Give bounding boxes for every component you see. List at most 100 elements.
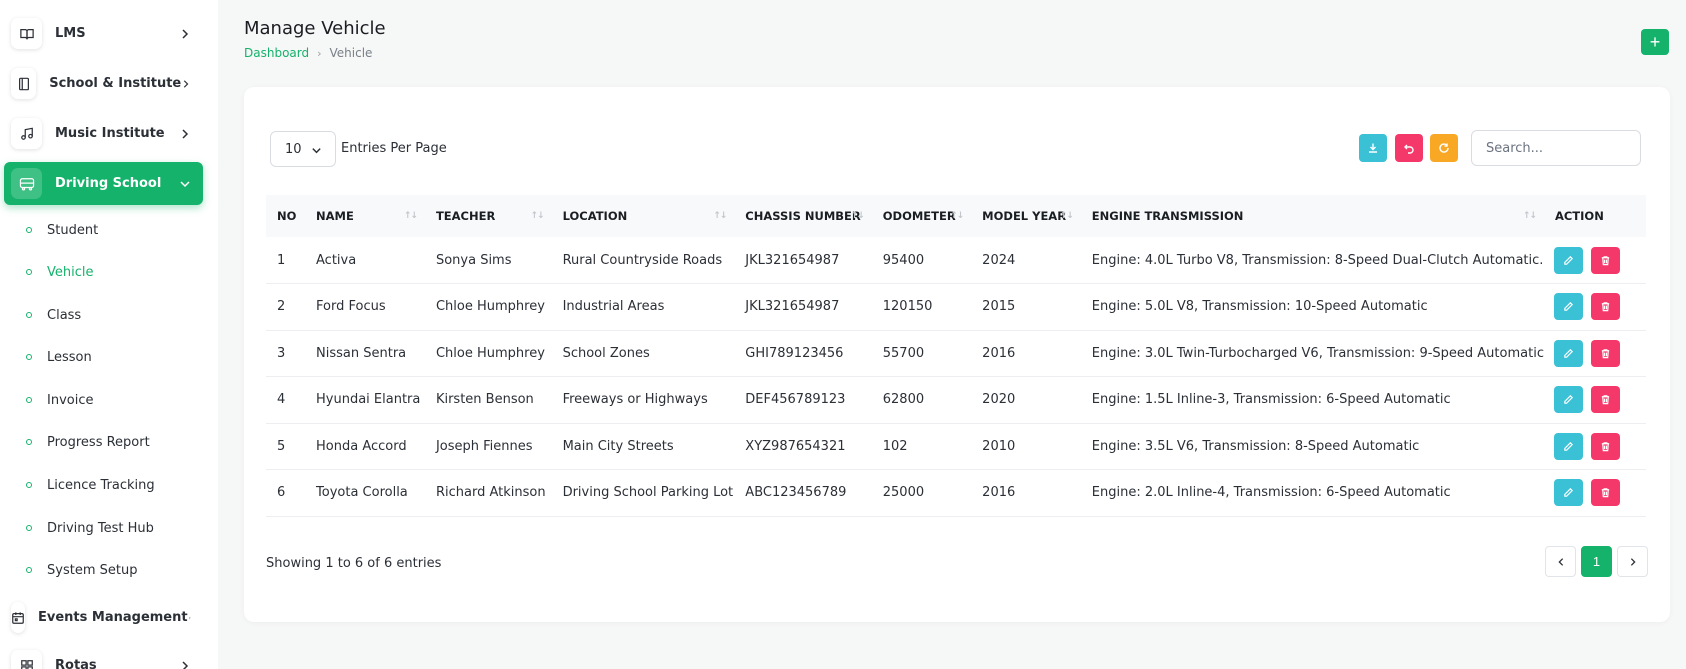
cell-actions	[1544, 423, 1646, 470]
sort-icon: ↑↓	[530, 211, 544, 221]
add-vehicle-button[interactable]: +	[1641, 29, 1669, 55]
sidebar-item-music-institute[interactable]: Music Institute	[4, 112, 203, 155]
delete-button[interactable]	[1591, 339, 1621, 367]
table-row: 3 Nissan Sentra Chloe Humphrey School Zo…	[266, 330, 1646, 377]
pagination-prev-button[interactable]	[1545, 546, 1576, 577]
pagination-page-1[interactable]: 1	[1581, 546, 1612, 577]
bus-icon	[11, 168, 42, 199]
sort-icon: ↑↓	[1522, 211, 1537, 221]
sidebar-sub-item-vehicle[interactable]: Vehicle	[26, 262, 94, 282]
cell-teacher: Chloe Humphrey	[435, 299, 545, 315]
sidebar-item-events-management[interactable]: Events Management	[4, 596, 203, 639]
table-row: 6 Toyota Corolla Richard Atkinson Drivin…	[266, 470, 1646, 517]
cell-year: 2016	[982, 345, 1016, 361]
sidebar-item-label: LMS	[55, 26, 86, 41]
cell-location: Freeways or Highways	[562, 392, 708, 408]
column-header-location[interactable]: LOCATION ↑↓	[552, 195, 735, 237]
refresh-button[interactable]	[1430, 134, 1458, 162]
delete-button[interactable]	[1591, 479, 1621, 507]
edit-button[interactable]	[1553, 293, 1583, 321]
cell-engine: Engine: 3.5L V6, Transmission: 8-Speed A…	[1091, 438, 1420, 454]
sidebar-sub-item-driving-test-hub[interactable]: Driving Test Hub	[26, 518, 154, 538]
breadcrumb-dashboard-link[interactable]: Dashboard	[244, 46, 309, 60]
cell-engine: Engine: 5.0L V8, Transmission: 10-Speed …	[1091, 299, 1428, 315]
bullet-icon	[26, 525, 32, 531]
chevron-right-icon: ›	[317, 46, 322, 60]
column-header-teacher[interactable]: TEACHER ↑↓	[425, 195, 552, 237]
sidebar-sub-item-class[interactable]: Class	[26, 305, 81, 325]
edit-button[interactable]	[1553, 339, 1583, 367]
sidebar-sub-item-progress-report[interactable]: Progress Report	[26, 432, 150, 452]
cell-actions	[1544, 330, 1646, 377]
cell-no: 3	[277, 345, 286, 361]
cell-no: 2	[277, 299, 286, 315]
cell-name: Ford Focus	[316, 299, 386, 315]
grid-icon	[11, 650, 42, 669]
book-open-icon	[11, 18, 42, 49]
cell-engine: Engine: 4.0L Turbo V8, Transmission: 8-S…	[1091, 252, 1544, 268]
table-row: 4 Hyundai Elantra Kirsten Benson Freeway…	[266, 377, 1646, 423]
cell-actions	[1544, 470, 1646, 517]
sidebar-sub-item-student[interactable]: Student	[26, 220, 98, 240]
cell-name: Nissan Sentra	[316, 345, 407, 361]
table-row: 1 Activa Sonya Sims Rural Countryside Ro…	[266, 237, 1646, 284]
cell-location: Industrial Areas	[562, 299, 665, 315]
cell-name: Activa	[316, 252, 357, 268]
sidebar-sub-item-lesson[interactable]: Lesson	[26, 347, 92, 367]
sort-icon: ↑↓	[403, 211, 418, 221]
chevron-down-icon	[312, 148, 321, 154]
cell-location: Rural Countryside Roads	[562, 252, 723, 268]
pencil-icon	[1564, 395, 1573, 405]
delete-button[interactable]	[1591, 432, 1621, 460]
download-button[interactable]	[1359, 134, 1387, 162]
cell-year: 2010	[982, 438, 1016, 454]
column-header-chassis-number[interactable]: CHASSIS NUMBER ↑↓	[734, 195, 871, 237]
entries-per-page-select[interactable]: 10	[270, 131, 336, 167]
column-header-model-year[interactable]: MODEL YEAR ↑↓	[971, 195, 1081, 237]
sidebar-item-label: Driving School	[55, 176, 162, 191]
vehicle-table-card: 10 Entries Per Page NO NAME↑↓ TEACHER↑↓ …	[244, 87, 1670, 622]
delete-button[interactable]	[1591, 386, 1621, 414]
trash-icon	[1601, 255, 1610, 265]
sidebar-item-lms[interactable]: LMS	[4, 12, 203, 55]
bullet-icon	[26, 269, 32, 275]
cell-chassis: GHI789123456	[745, 345, 844, 361]
trash-icon	[1601, 488, 1610, 498]
page-title: Manage Vehicle	[244, 18, 386, 39]
cell-engine: Engine: 3.0L Twin-Turbocharged V6, Trans…	[1091, 345, 1544, 361]
cell-chassis: DEF456789123	[745, 392, 846, 408]
column-header-no[interactable]: NO	[266, 195, 305, 237]
cell-no: 4	[277, 392, 286, 408]
cell-location: Driving School Parking Lot	[562, 485, 734, 501]
sidebar-item-school-institute[interactable]: School & Institute	[4, 62, 203, 105]
sidebar-item-driving-school[interactable]: Driving School	[4, 162, 203, 205]
column-header-name[interactable]: NAME ↑↓	[305, 195, 425, 237]
delete-button[interactable]	[1591, 246, 1621, 274]
download-icon	[1369, 143, 1377, 153]
music-note-icon	[11, 118, 42, 149]
column-header-engine-transmission[interactable]: ENGINE TRANSMISSION ↑↓	[1081, 195, 1544, 237]
sidebar-sub-item-system-setup[interactable]: System Setup	[26, 560, 137, 580]
pagination-next-button[interactable]	[1617, 546, 1648, 577]
edit-button[interactable]	[1553, 479, 1583, 507]
edit-button[interactable]	[1553, 246, 1583, 274]
edit-button[interactable]	[1553, 386, 1583, 414]
edit-button[interactable]	[1553, 432, 1583, 460]
delete-button[interactable]	[1591, 293, 1621, 321]
cell-location: Main City Streets	[562, 438, 674, 454]
cell-name: Hyundai Elantra	[316, 392, 421, 408]
sidebar-sub-item-invoice[interactable]: Invoice	[26, 390, 93, 410]
cell-teacher: Kirsten Benson	[435, 392, 534, 408]
sidebar-sub-item-licence-tracking[interactable]: Licence Tracking	[26, 475, 155, 495]
cell-year: 2016	[982, 485, 1016, 501]
breadcrumb-current: Vehicle	[329, 46, 373, 60]
sidebar-item-rotas[interactable]: Rotas	[4, 644, 203, 669]
column-header-odometer[interactable]: ODOMETER ↑↓	[872, 195, 971, 237]
cell-location: School Zones	[562, 345, 650, 361]
entries-value: 10	[285, 141, 302, 157]
cell-odometer: 25000	[882, 485, 925, 501]
cell-engine: Engine: 2.0L Inline-4, Transmission: 6-S…	[1091, 485, 1451, 501]
cell-year: 2020	[982, 392, 1016, 408]
undo-button[interactable]	[1395, 134, 1423, 162]
search-input[interactable]	[1471, 130, 1641, 166]
